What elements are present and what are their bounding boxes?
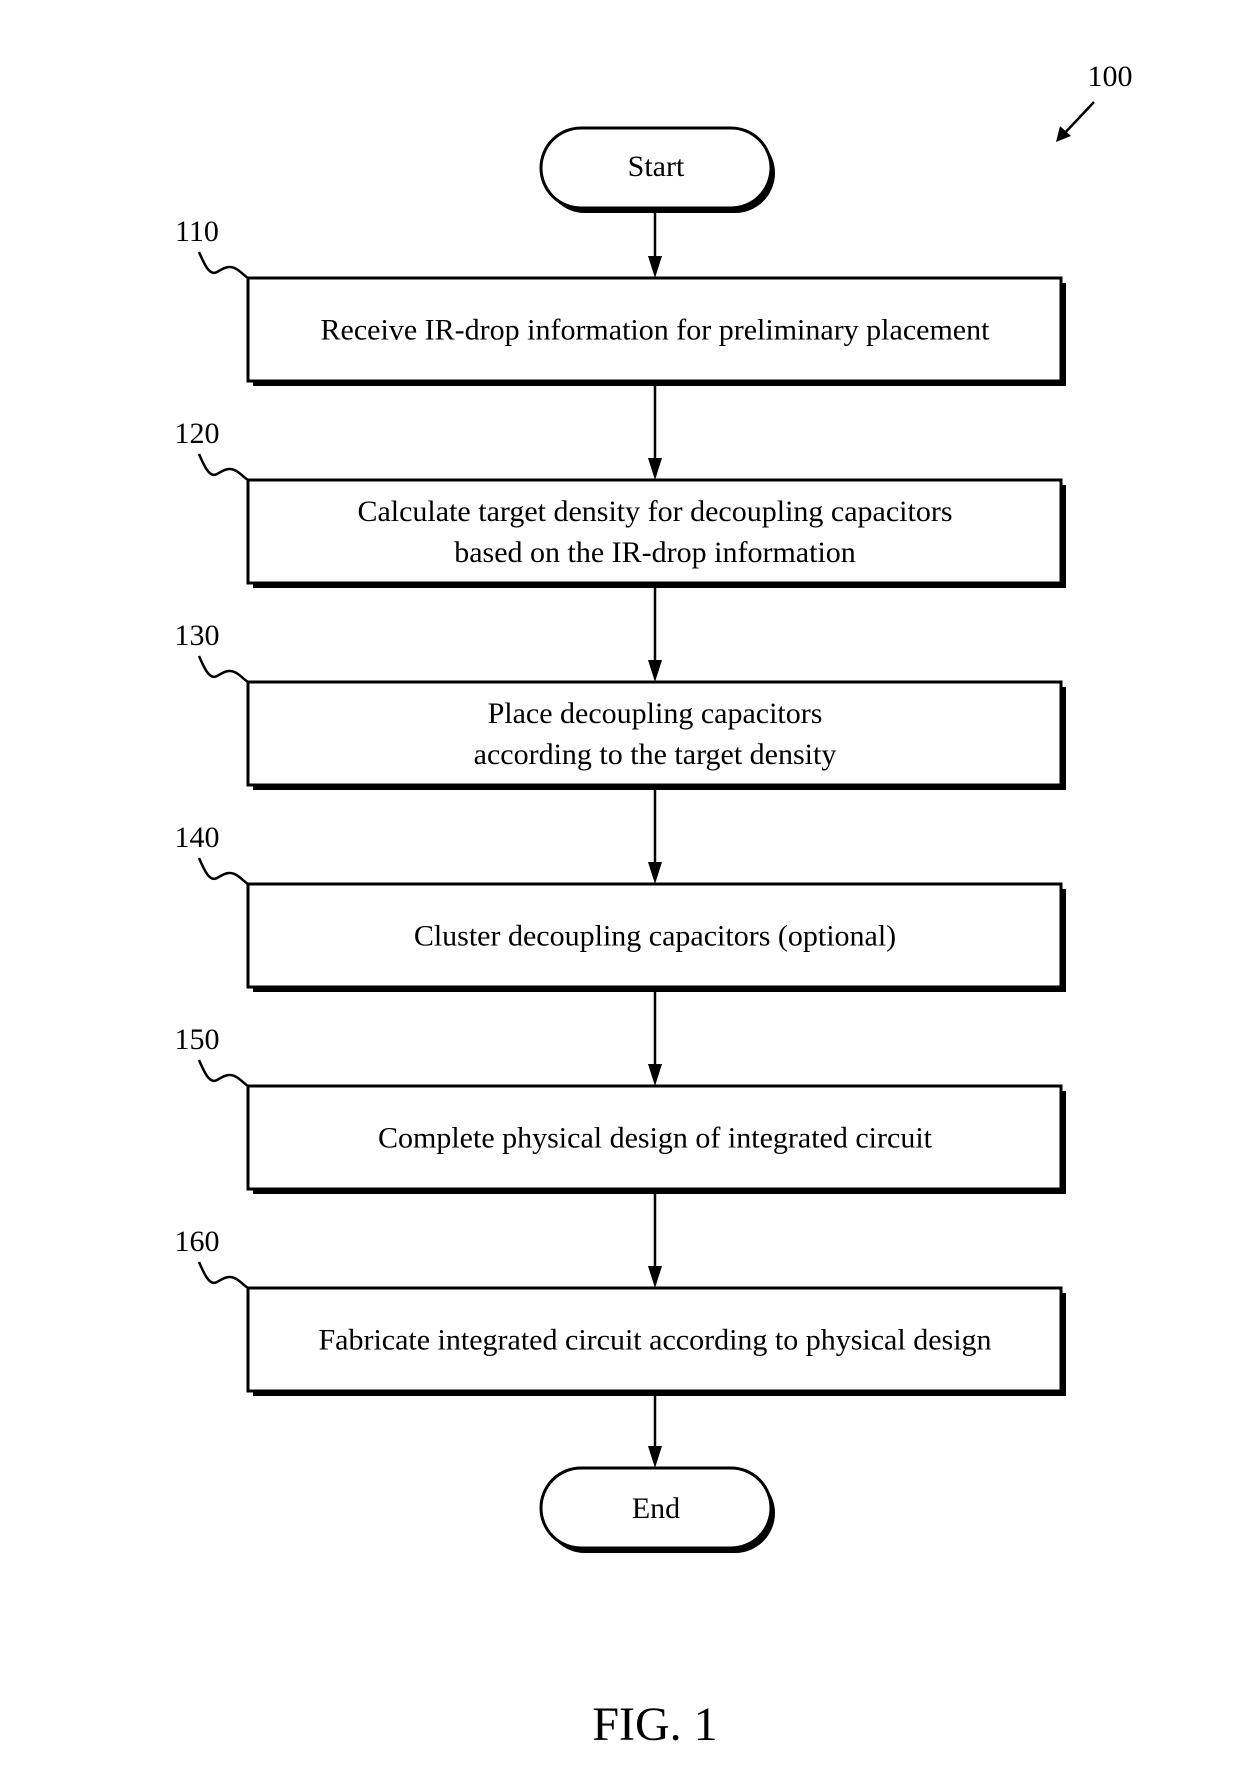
step-reference-number: 130 (175, 619, 220, 652)
process-step-text: Place decoupling capacitors (488, 697, 823, 730)
process-step: 110 Receive IR-drop information for preli… (175, 215, 1066, 386)
leader-squiggle (197, 453, 249, 482)
arrow-connector-head (648, 660, 662, 682)
start-terminal: Start (539, 126, 775, 213)
arrow-connector-head (648, 1266, 662, 1288)
step-reference-number: 120 (175, 417, 220, 450)
process-step-text: Complete physical design of integrated c… (378, 1122, 933, 1155)
process-step: 160 Fabricate integrated circuit accordin… (175, 1225, 1066, 1396)
figure-reference-number: 100 (1088, 60, 1133, 93)
step-reference-number: 160 (175, 1225, 220, 1258)
process-step-text: according to the target density (474, 738, 837, 771)
process-step: 150 Complete physical design of integrate… (175, 1023, 1066, 1194)
figure-caption: FIG. 1 (592, 1698, 717, 1751)
step-reference-number: 110 (175, 215, 219, 248)
process-step-text: based on the IR-drop information (454, 536, 856, 569)
process-step-text: Fabricate integrated circuit according t… (318, 1324, 991, 1357)
leader-squiggle (197, 857, 249, 886)
arrow-connector-head (648, 1064, 662, 1086)
step-reference-number: 140 (175, 821, 220, 854)
process-steps: 110 Receive IR-drop information for preli… (175, 210, 1066, 1468)
reference-arrow-line (1061, 101, 1095, 137)
process-step-text: Calculate target density for decoupling … (357, 495, 952, 528)
leader-squiggle (197, 1261, 249, 1290)
process-step: 120 Calculate target density for decoupli… (175, 417, 1066, 588)
arrow-connector-head (648, 458, 662, 480)
arrow-connector-head (648, 1446, 662, 1468)
flowchart-diagram: 100 Start 110 Receive IR-drop information… (175, 60, 1133, 1751)
process-step: 140 Cluster decoupling capacitors (option… (175, 821, 1066, 992)
arrow-connector-head (648, 862, 662, 884)
leader-squiggle (197, 1059, 249, 1088)
arrow-start-to-step-head (648, 256, 662, 278)
end-label: End (632, 1492, 680, 1525)
process-step: 130 Place decoupling capacitors according … (175, 619, 1066, 790)
step-reference-number: 150 (175, 1023, 220, 1056)
process-step-text: Receive IR-drop information for prelimin… (321, 314, 991, 347)
process-step-text: Cluster decoupling capacitors (optional) (414, 920, 896, 953)
end-terminal: End (539, 1466, 775, 1553)
leader-squiggle (197, 655, 249, 684)
leader-squiggle (197, 251, 249, 280)
start-label: Start (628, 150, 685, 183)
